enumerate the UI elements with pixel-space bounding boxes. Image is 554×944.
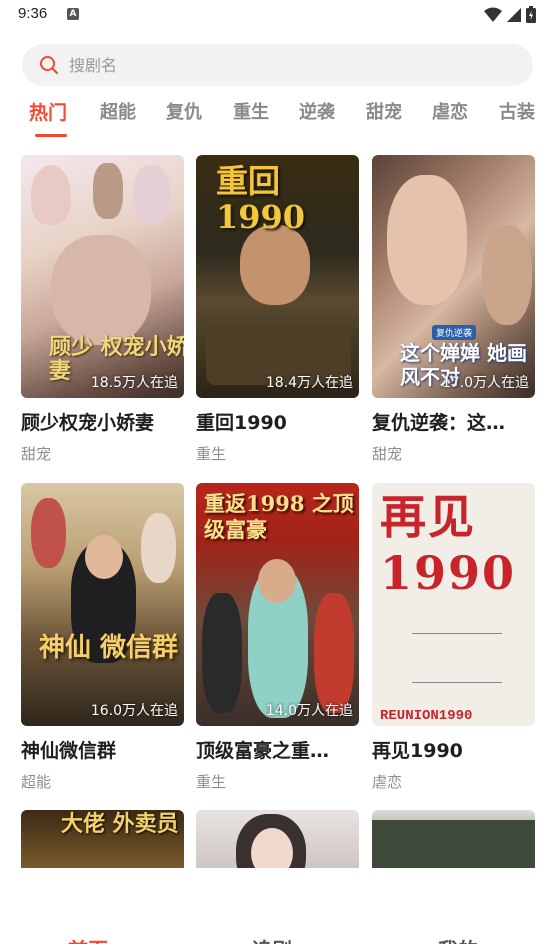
drama-title[interactable]: 重回1990 xyxy=(196,408,359,435)
bottom-nav: 首页 追剧 我的 xyxy=(0,868,554,944)
drama-genre: 甜宠 xyxy=(21,445,52,463)
tab-hot[interactable]: 热门 xyxy=(29,98,67,142)
drama-card[interactable]: 重返1998 之顶级富豪 14.0万人在追 顶级富豪之重… 重生 xyxy=(196,483,359,792)
followers-count: 18.4万人在追 xyxy=(265,375,353,391)
character-figure xyxy=(482,225,532,325)
character-figure xyxy=(51,235,151,345)
tab-label: 复仇 xyxy=(166,102,202,123)
drama-card[interactable]: 重回 1990 18.4万人在追 重回1990 重生 xyxy=(196,155,359,464)
character-figure xyxy=(31,498,66,568)
character-face xyxy=(85,535,123,579)
tab-rebirth[interactable]: 重生 xyxy=(233,98,269,142)
tab-revenge[interactable]: 复仇 xyxy=(166,98,202,142)
poster-image[interactable]: 重返1998 之顶级富豪 14.0万人在追 xyxy=(196,483,359,726)
tab-superpower[interactable]: 超能 xyxy=(100,98,136,142)
poster-image[interactable]: 大佬 外卖员 xyxy=(21,810,184,868)
drama-genre: 重生 xyxy=(196,773,227,791)
character-figure xyxy=(93,163,123,219)
tab-label: 重生 xyxy=(233,102,269,123)
drama-card[interactable]: 神仙 微信群 16.0万人在追 神仙微信群 超能 xyxy=(21,483,184,792)
poster-image[interactable]: 再见 1990 REUNION1990 xyxy=(372,483,535,726)
drama-title[interactable]: 复仇逆袭：这… xyxy=(372,408,535,435)
category-tabs: 热门 超能 复仇 重生 逆袭 甜宠 虐恋 古装 xyxy=(0,98,554,142)
poster-text-lines xyxy=(412,633,502,683)
tab-counterattack[interactable]: 逆袭 xyxy=(299,98,335,142)
character-figure xyxy=(202,593,242,713)
tab-label: 古装 xyxy=(499,102,535,123)
wifi-icon xyxy=(484,7,502,22)
poster-image[interactable]: 复仇逆袭 这个婵婵 她画风不对 17.0万人在追 xyxy=(372,155,535,398)
drama-title[interactable]: 再见1990 xyxy=(372,736,535,763)
status-bar: 9:36 A xyxy=(0,0,554,30)
tab-label: 甜宠 xyxy=(366,102,402,123)
character-figure xyxy=(31,165,71,225)
tab-label: 虐恋 xyxy=(432,102,468,123)
followers-count: 16.0万人在追 xyxy=(90,703,178,719)
poster-image[interactable]: 神仙 微信群 16.0万人在追 xyxy=(21,483,184,726)
battery-icon xyxy=(526,6,536,23)
drama-card[interactable]: 复仇逆袭 这个婵婵 她画风不对 17.0万人在追 复仇逆袭：这… 甜宠 xyxy=(372,155,535,464)
poster-image[interactable] xyxy=(196,810,359,868)
character-figure xyxy=(141,513,176,583)
drama-card[interactable]: 再见 1990 REUNION1990 再见1990 虐恋 xyxy=(372,483,535,792)
poster-subtitle: REUNION1990 xyxy=(380,708,473,724)
character-figure xyxy=(314,593,354,713)
signal-icon xyxy=(507,7,521,22)
drama-genre: 重生 xyxy=(196,445,227,463)
tab-sweet-love[interactable]: 甜宠 xyxy=(366,98,402,142)
system-icons xyxy=(484,6,536,23)
poster-badge: 复仇逆袭 xyxy=(432,325,477,340)
drama-title[interactable]: 神仙微信群 xyxy=(21,736,184,763)
tab-label: 超能 xyxy=(100,102,136,123)
drama-title[interactable]: 顾少权宠小娇妻 xyxy=(21,408,184,435)
followers-count: 18.5万人在追 xyxy=(90,375,178,391)
drama-card[interactable]: 顾少 权宠小娇妻 18.5万人在追 顾少权宠小娇妻 甜宠 xyxy=(21,155,184,464)
search-input[interactable] xyxy=(69,55,489,75)
poster-title-art: 重回 1990 xyxy=(216,162,306,236)
search-bar[interactable] xyxy=(22,44,533,86)
drama-genre: 虐恋 xyxy=(372,773,403,791)
drama-title[interactable]: 顶级富豪之重… xyxy=(196,736,359,763)
nav-following[interactable]: 追剧 xyxy=(252,934,292,944)
poster-image[interactable]: 顾少 权宠小娇妻 18.5万人在追 xyxy=(21,155,184,398)
status-time: 9:36 xyxy=(18,5,48,22)
nav-home[interactable]: 首页 xyxy=(68,934,108,944)
character-figure xyxy=(387,175,467,305)
poster-title-art: 再见 1990 xyxy=(380,490,517,600)
followers-count: 14.0万人在追 xyxy=(265,703,353,719)
notification-icon: A xyxy=(67,8,79,20)
tab-label: 逆袭 xyxy=(299,102,335,123)
search-icon xyxy=(39,55,59,75)
tab-tragic-love[interactable]: 虐恋 xyxy=(432,98,468,142)
followers-count: 17.0万人在追 xyxy=(441,375,529,391)
poster-title-art: 重返1998 之顶级富豪 xyxy=(204,491,354,542)
poster-title-art: 神仙 微信群 xyxy=(39,633,179,663)
tab-costume[interactable]: 古装 xyxy=(499,98,535,142)
nav-profile[interactable]: 我的 xyxy=(438,934,478,944)
poster-title-art: 大佬 外卖员 xyxy=(61,811,179,837)
character-face xyxy=(258,559,296,603)
tab-active-indicator xyxy=(35,134,67,137)
poster-image[interactable]: 重回 1990 18.4万人在追 xyxy=(196,155,359,398)
character-figure xyxy=(240,225,310,305)
tab-label: 热门 xyxy=(29,102,68,124)
character-figure xyxy=(133,165,171,225)
drama-genre: 甜宠 xyxy=(372,445,403,463)
poster-image[interactable] xyxy=(372,810,535,868)
scene-train xyxy=(372,820,535,868)
drama-genre: 超能 xyxy=(21,773,52,791)
